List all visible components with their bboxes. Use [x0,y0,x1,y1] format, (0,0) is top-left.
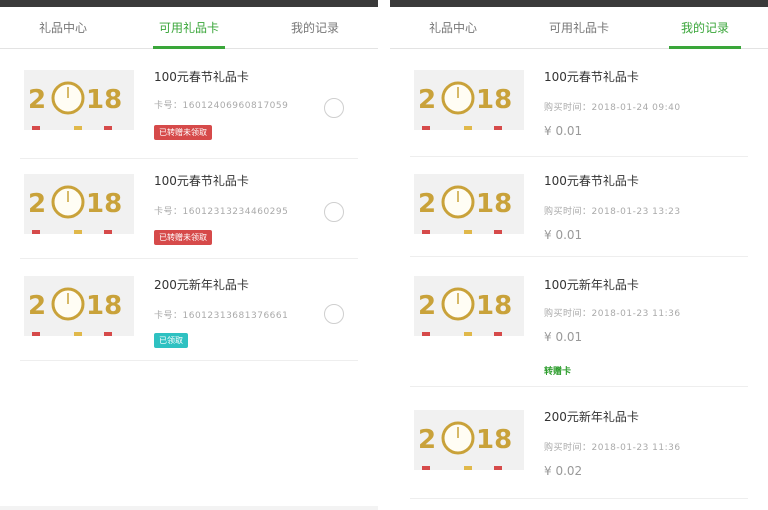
tab-label: 礼品中心 [428,21,477,35]
gift-card-image: 2 18 [24,70,134,130]
tab-label: 可用礼品卡 [158,21,219,35]
svg-text:18: 18 [86,189,122,219]
svg-text:18: 18 [476,85,512,115]
gift-card-item[interactable]: 2 18 100元春节礼品卡 卡号：16012313234460295 已转赠未… [20,160,358,259]
transfer-card-tag: 转赠卡 [544,367,572,377]
card-name: 200元新年礼品卡 [544,410,639,424]
tab-gift-center[interactable]: 礼品中心 [390,7,516,48]
select-radio[interactable] [324,98,344,118]
tab-bar: 礼品中心 可用礼品卡 我的记录 [0,7,378,49]
purchase-time: 购买时间：2018-01-23 13:23 [544,207,681,217]
svg-text:18: 18 [476,291,512,321]
gift-card-item[interactable]: 2 18 200元新年礼品卡 卡号：16012313681376661 已领取 [20,262,358,361]
svg-text:2: 2 [418,425,436,455]
card-name: 100元春节礼品卡 [154,70,249,84]
card-name: 100元春节礼品卡 [544,174,639,188]
active-tab-indicator [153,46,225,49]
card-number: 卡号：16012313234460295 [154,207,289,217]
gift-card-image: 2 18 [414,174,524,234]
svg-text:18: 18 [476,189,512,219]
tab-label: 可用礼品卡 [548,21,609,35]
price: ¥ 0.01 [544,228,583,242]
tab-available-cards[interactable]: 可用礼品卡 [126,7,252,49]
purchase-time: 购买时间：2018-01-23 11:36 [544,443,681,453]
purchase-time: 购买时间：2018-01-24 09:40 [544,103,681,113]
gift-card-image: 2 18 [414,276,524,336]
svg-text:18: 18 [86,291,122,321]
svg-text:2: 2 [28,85,46,115]
status-badge: 已转赠未领取 [154,230,212,245]
purchase-record-item[interactable]: 2 18 100元新年礼品卡 购买时间：2018-01-23 11:36 ¥ 0… [410,262,748,387]
card-number: 卡号：16012313681376661 [154,311,289,321]
gift-card-image: 2 18 [24,276,134,336]
right-screen: 礼品中心 可用礼品卡 我的记录 2 18 100元春节礼品卡 购买时间：2018… [390,0,768,510]
svg-text:2: 2 [418,189,436,219]
card-name: 100元春节礼品卡 [544,70,639,84]
svg-text:18: 18 [476,425,512,455]
status-bar [390,0,768,7]
card-name: 100元新年礼品卡 [544,278,639,292]
card-name: 200元新年礼品卡 [154,278,249,292]
left-screen: 礼品中心 可用礼品卡 我的记录 2 18 100元春节礼品卡 卡号：160124… [0,0,378,510]
card-number: 卡号：16012406960817059 [154,101,289,111]
svg-text:18: 18 [86,85,122,115]
status-badge: 已转赠未领取 [154,125,212,140]
tab-label: 礼品中心 [38,21,87,35]
status-bar [0,0,378,7]
price: ¥ 0.02 [544,464,583,478]
svg-text:2: 2 [28,189,46,219]
status-badge: 已领取 [154,333,188,348]
price: ¥ 0.01 [544,124,583,138]
active-tab-indicator [669,46,741,49]
purchase-record-item[interactable]: 2 18 100元春节礼品卡 购买时间：2018-01-24 09:40 ¥ 0… [410,58,748,157]
tab-gift-center[interactable]: 礼品中心 [0,7,126,48]
tab-label: 我的记录 [290,21,339,35]
svg-text:2: 2 [28,291,46,321]
purchase-time: 购买时间：2018-01-23 11:36 [544,309,681,319]
gift-card-item[interactable]: 2 18 100元春节礼品卡 卡号：16012406960817059 已转赠未… [20,60,358,159]
price: ¥ 0.01 [544,330,583,344]
card-name: 100元春节礼品卡 [154,174,249,188]
gift-card-image: 2 18 [24,174,134,234]
select-radio[interactable] [324,304,344,324]
bottom-divider [0,506,378,510]
tab-my-records[interactable]: 我的记录 [642,7,768,49]
tab-available-cards[interactable]: 可用礼品卡 [516,7,642,48]
tab-label: 我的记录 [680,21,729,35]
tab-my-records[interactable]: 我的记录 [252,7,378,48]
purchase-record-item[interactable]: 2 18 200元新年礼品卡 购买时间：2018-01-23 11:36 ¥ 0… [410,392,748,499]
gift-card-image: 2 18 [414,70,524,130]
svg-text:2: 2 [418,291,436,321]
select-radio[interactable] [324,202,344,222]
tab-bar: 礼品中心 可用礼品卡 我的记录 [390,7,768,49]
gift-card-image: 2 18 [414,410,524,470]
purchase-record-item[interactable]: 2 18 100元春节礼品卡 购买时间：2018-01-23 13:23 ¥ 0… [410,158,748,257]
svg-text:2: 2 [418,85,436,115]
